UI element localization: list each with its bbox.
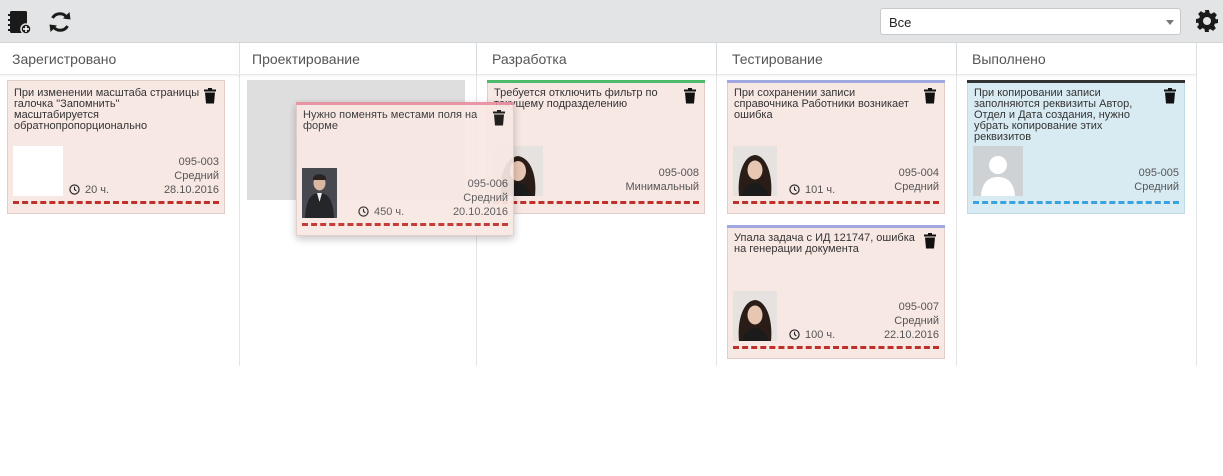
avatar — [733, 146, 777, 196]
card-priority: Средний — [894, 181, 939, 193]
task-card[interactable]: Упала задача с ИД 121747, ошибка на гене… — [727, 225, 945, 359]
progress-line — [302, 223, 508, 226]
card-hours-value: 450 ч. — [374, 206, 405, 218]
card-title: Нужно поменять местами поля на форме — [303, 109, 478, 132]
clock-icon — [358, 206, 369, 217]
task-card[interactable]: При сохранении записи справочника Работн… — [727, 80, 945, 214]
progress-line — [973, 201, 1179, 204]
default-user-icon — [973, 146, 1023, 196]
card-priority: Средний — [463, 192, 508, 204]
trash-icon[interactable] — [924, 88, 936, 104]
task-card[interactable]: При копировании записи заполняются рекви… — [967, 80, 1185, 214]
card-priority: Средний — [174, 170, 219, 182]
card-hours-value: 101 ч. — [805, 184, 836, 196]
progress-line — [13, 201, 219, 204]
card-number: 095-008 — [658, 167, 699, 179]
trash-icon[interactable] — [204, 88, 216, 104]
card-number: 095-005 — [1138, 167, 1179, 179]
gear-icon[interactable] — [1195, 9, 1219, 33]
card-hours: 100 ч. — [789, 329, 835, 341]
card-hours: 20 ч. — [69, 184, 109, 196]
column-header: Тестирование — [717, 43, 956, 75]
card-number: 095-007 — [898, 301, 939, 313]
card-hours: 450 ч. — [358, 206, 404, 218]
card-priority: Средний — [1134, 181, 1179, 193]
priority-bar — [967, 80, 1185, 83]
card-priority: Минимальный — [625, 181, 699, 193]
priority-bar — [487, 80, 705, 83]
progress-line — [493, 201, 699, 204]
refresh-icon[interactable] — [47, 9, 73, 35]
card-title: При копировании записи заполняются рекви… — [974, 87, 1133, 143]
clock-icon — [789, 184, 800, 195]
card-title: Требуется отключить фильтр по текущему п… — [494, 87, 658, 110]
task-card[interactable]: Требуется отключить фильтр по текущему п… — [487, 80, 705, 214]
card-title: Упала задача с ИД 121747, ошибка на гене… — [734, 232, 915, 255]
avatar — [733, 291, 777, 341]
card-hours-value: 100 ч. — [805, 329, 836, 341]
card-title: При сохранении записи справочника Работн… — [734, 87, 909, 121]
trash-icon[interactable] — [493, 110, 505, 126]
avatar — [13, 146, 63, 196]
clock-icon — [69, 184, 80, 195]
clock-icon — [789, 329, 800, 340]
priority-bar — [727, 225, 945, 228]
card-date: 28.10.2016 — [163, 184, 219, 196]
card-hours: 101 ч. — [789, 184, 835, 196]
chevron-down-icon — [1166, 20, 1174, 25]
task-card[interactable]: При изменении масштаба страницы галочка … — [7, 80, 225, 214]
priority-bar — [296, 102, 514, 105]
trash-icon[interactable] — [1164, 88, 1176, 104]
column-header: Выполнено — [957, 43, 1196, 75]
card-hours-value: 20 ч. — [85, 184, 110, 196]
avatar — [302, 168, 337, 218]
card-date: 20.10.2016 — [452, 206, 508, 218]
priority-bar — [727, 80, 945, 83]
card-number: 095-006 — [467, 178, 508, 190]
trash-icon[interactable] — [924, 233, 936, 249]
column-header: Разработка — [477, 43, 716, 75]
filter-select-value: Все — [889, 15, 912, 30]
column-header: Проектирование — [237, 43, 476, 75]
task-card-dragging[interactable]: Нужно поменять местами поля на форме 450… — [296, 102, 514, 236]
trash-icon[interactable] — [684, 88, 696, 104]
card-title: При изменении масштаба страницы галочка … — [14, 87, 200, 132]
card-number: 095-003 — [178, 156, 219, 168]
card-number: 095-004 — [898, 167, 939, 179]
progress-line — [733, 346, 939, 349]
add-notebook-icon[interactable] — [6, 9, 32, 35]
column-header: Зарегистровано — [0, 43, 239, 75]
card-date: 22.10.2016 — [883, 329, 939, 341]
progress-line — [733, 201, 939, 204]
filter-select[interactable]: Все — [880, 8, 1181, 35]
card-priority: Средний — [894, 315, 939, 327]
toolbar: Все — [0, 0, 1223, 43]
